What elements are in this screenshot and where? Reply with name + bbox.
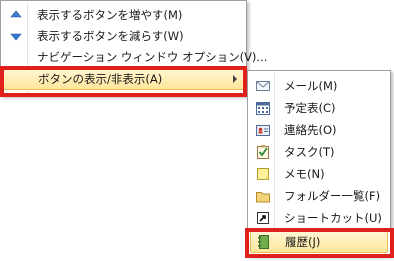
submenu-item-notes[interactable]: メモ(N): [250, 164, 388, 184]
arrow-down-icon: [8, 28, 24, 44]
journal-icon: [256, 234, 272, 250]
menu-item-label: 連絡先(O): [284, 123, 337, 137]
menu-item-label: フォルダー一覧(F): [284, 189, 381, 203]
menu-item-label: 履歴(J): [285, 235, 321, 249]
submenu-item-folder-list[interactable]: フォルダー一覧(F): [250, 186, 388, 206]
submenu-item-calendar[interactable]: 予定表(C): [250, 98, 388, 118]
menu-item-show-hide-buttons[interactable]: ボタンの表示/非表示(A): [3, 68, 244, 90]
menu-item-label: ボタンの表示/非表示(A): [38, 72, 163, 86]
menu-item-navigation-pane-options[interactable]: ナビゲーション ウィンドウ オプション(V)...: [3, 47, 267, 67]
menu-item-label: 表示するボタンを増やす(M): [37, 8, 183, 22]
contacts-icon: [255, 122, 271, 138]
menu-item-show-more-buttons[interactable]: 表示するボタンを増やす(M): [3, 5, 244, 25]
submenu-item-tasks[interactable]: タスク(T): [250, 142, 388, 162]
mail-icon: [255, 78, 271, 94]
menu-item-label: メモ(N): [284, 167, 325, 181]
tasks-icon: [255, 144, 271, 160]
arrow-up-icon: [8, 7, 24, 23]
submenu-item-journal[interactable]: 履歴(J): [250, 231, 388, 253]
menu-item-label: ショートカット(U): [284, 211, 382, 225]
submenu-item-mail[interactable]: メール(M): [250, 76, 388, 96]
menu-item-label: ナビゲーション ウィンドウ オプション(V)...: [37, 50, 268, 64]
menu-item-label: メール(M): [284, 79, 338, 93]
submenu-item-shortcuts[interactable]: ショートカット(U): [250, 208, 388, 228]
menu-item-label: 表示するボタンを減らす(W): [37, 29, 184, 43]
calendar-icon: [255, 100, 271, 116]
submenu-arrow-icon: [233, 75, 237, 83]
menu-item-label: タスク(T): [284, 145, 335, 159]
folder-list-icon: [255, 188, 271, 204]
menu-item-show-fewer-buttons[interactable]: 表示するボタンを減らす(W): [3, 26, 244, 46]
submenu-item-contacts[interactable]: 連絡先(O): [250, 120, 388, 140]
notes-icon: [255, 166, 271, 182]
menu-item-label: 予定表(C): [284, 101, 336, 115]
show-hide-buttons-submenu: メール(M) 予定表(C) 連絡先(O) タスク(T) メモ(N) フォルダー一…: [247, 70, 391, 256]
shortcut-icon: [255, 210, 271, 226]
navigation-pane-context-menu: 表示するボタンを増やす(M) 表示するボタンを減らす(W) ナビゲーション ウィ…: [0, 0, 267, 96]
